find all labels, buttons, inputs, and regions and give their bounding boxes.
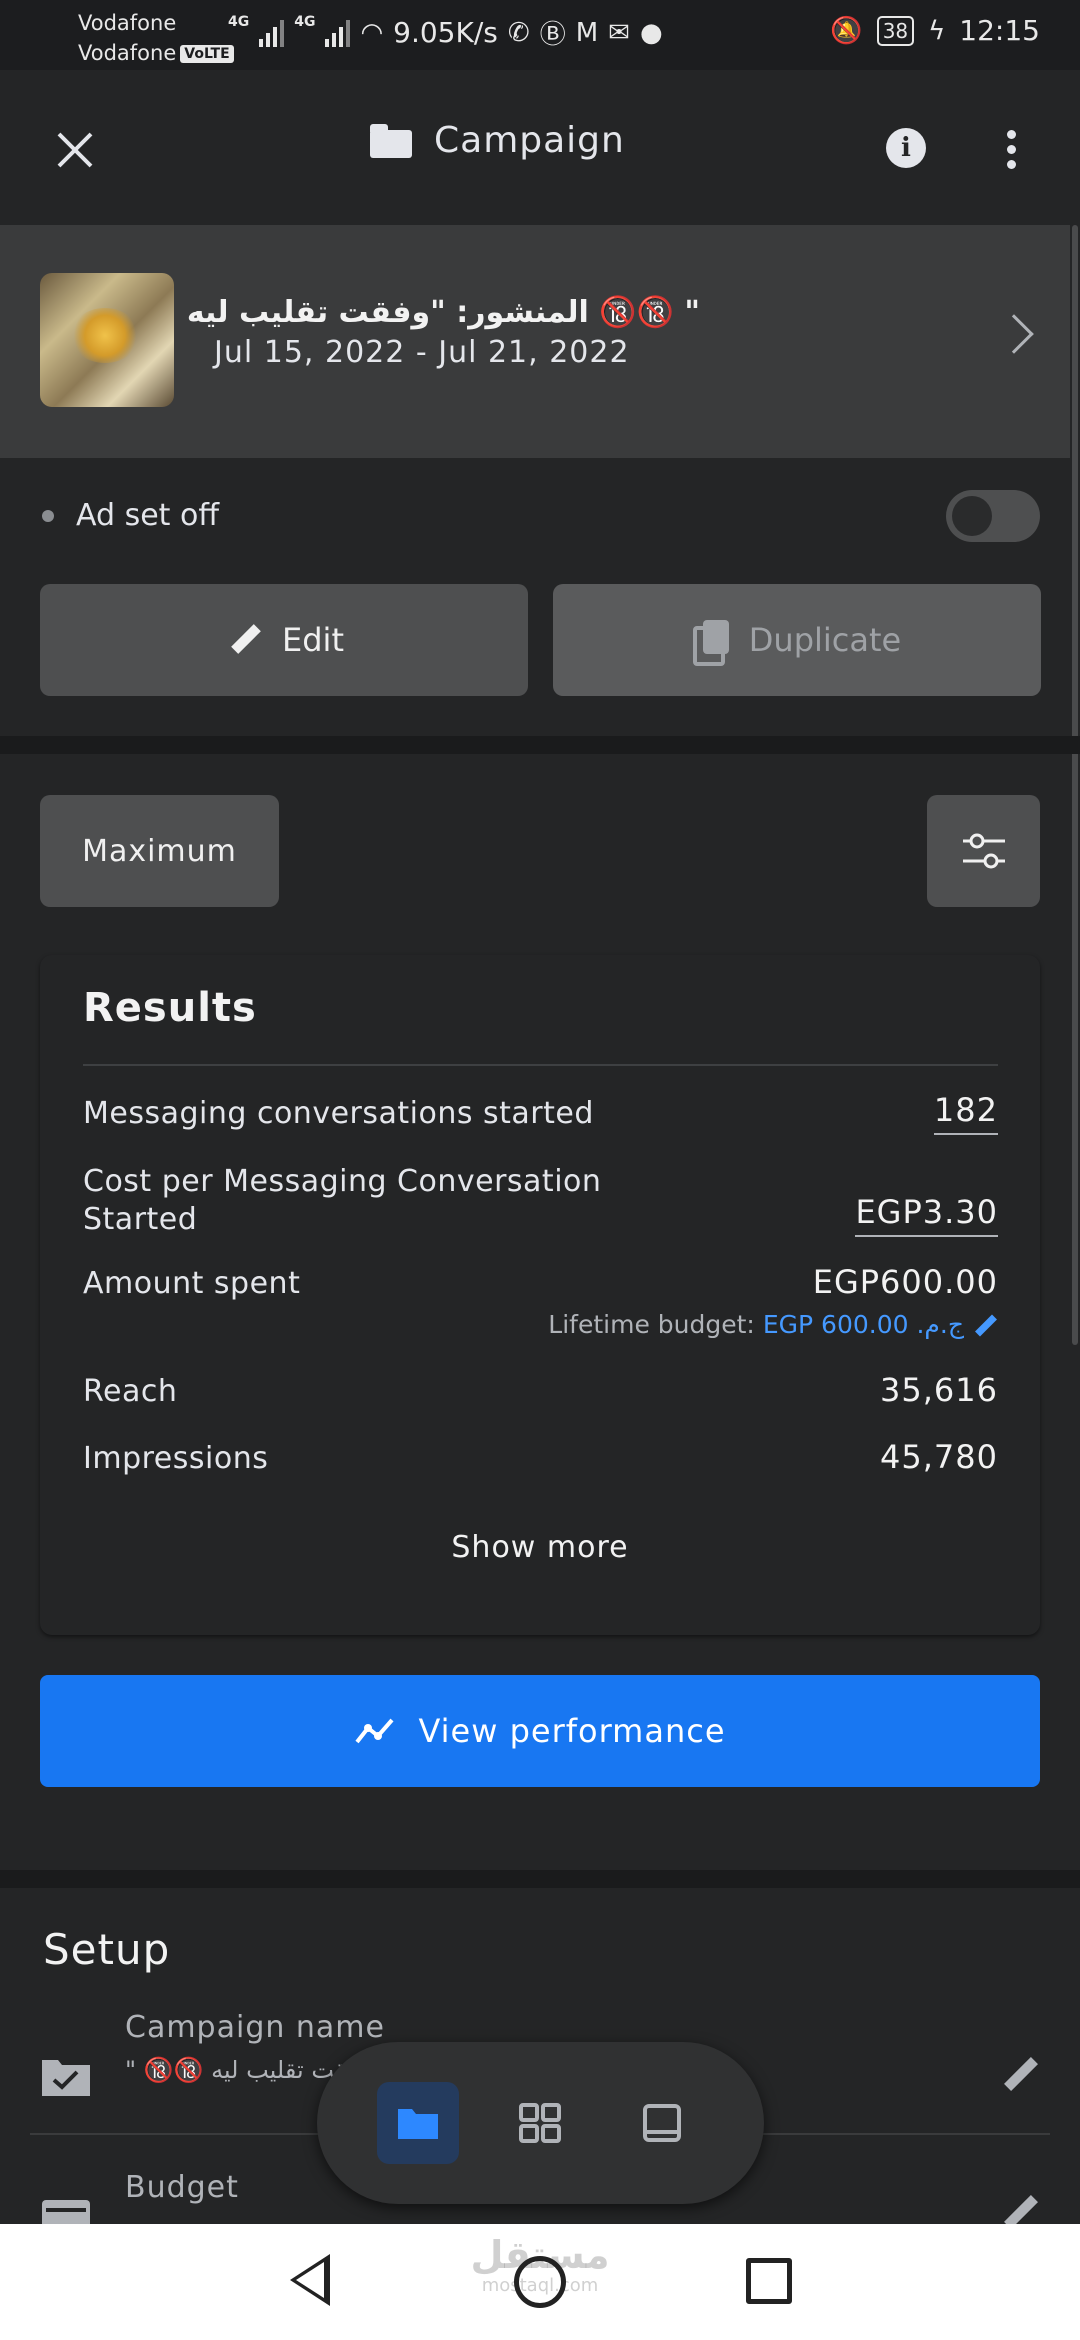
home-icon[interactable] xyxy=(514,2256,566,2308)
system-navigation-bar: مستقل mostaql.com xyxy=(0,2224,1080,2340)
signal-icon xyxy=(259,19,285,47)
mail-icon: ✉ xyxy=(608,17,630,48)
network-indicators: 4G 4G ◠ 9.05K/s ✆ Ⓑ M ✉ ● xyxy=(228,14,663,51)
edit-button[interactable]: Edit xyxy=(40,584,528,696)
filter-settings-button[interactable] xyxy=(927,795,1040,907)
chevron-right-icon xyxy=(994,314,1034,354)
adset-status-label: Ad set off xyxy=(76,498,219,533)
metric-label: Reach xyxy=(83,1374,178,1409)
page-title-group: Campaign xyxy=(370,120,625,161)
net-speed: 9.05K/s xyxy=(393,16,498,49)
recents-icon[interactable] xyxy=(746,2258,792,2304)
setup-title: Setup xyxy=(43,1925,171,1974)
budget-icon xyxy=(42,2200,90,2224)
clock: 12:15 xyxy=(959,14,1040,47)
duplicate-icon xyxy=(692,620,731,666)
metric-label: Impressions xyxy=(83,1441,269,1476)
carrier-2: Vodafone xyxy=(78,41,177,65)
metric-label: Messaging conversations started xyxy=(83,1096,594,1131)
maximum-range-button[interactable]: Maximum xyxy=(40,795,279,907)
metric-value[interactable]: EGP3.30 xyxy=(855,1193,998,1237)
campaign-name-label: Campaign name xyxy=(125,2010,385,2045)
back-icon[interactable] xyxy=(290,2254,330,2306)
edit-budget-icon[interactable] xyxy=(972,1312,998,1338)
metric-value: 35,616 xyxy=(880,1371,998,1409)
budget-prefix: Lifetime budget: xyxy=(548,1310,755,1339)
nav-ads[interactable] xyxy=(621,2082,703,2164)
ad-date-range: Jul 15, 2022 - Jul 21, 2022 xyxy=(214,335,630,370)
edit-button-label: Edit xyxy=(282,621,344,659)
signal-icon xyxy=(325,19,351,47)
duplicate-button-label: Duplicate xyxy=(748,621,902,659)
ad-summary-card[interactable]: المنشور: "وفقت تقليب ليه 🔞🔞 " Jul 15, 20… xyxy=(0,225,1070,458)
metric-label: Amount spent xyxy=(83,1266,301,1301)
folder-check-icon xyxy=(42,2060,90,2096)
results-title: Results xyxy=(83,985,257,1031)
results-card: Results Messaging conversations started … xyxy=(40,955,1040,1635)
divider xyxy=(83,1064,998,1066)
section-divider xyxy=(0,1870,1080,1888)
folder-icon xyxy=(398,2109,438,2139)
ad-title: المنشور: "وفقت تقليب ليه 🔞🔞 " xyxy=(186,295,700,330)
ad-preview-icon xyxy=(643,2104,681,2142)
network-type-1: 4G xyxy=(228,14,250,30)
edit-pencil-icon[interactable] xyxy=(1000,2054,1040,2094)
volte-badge: VoLTE xyxy=(180,45,234,63)
chat-icon: ● xyxy=(639,17,663,48)
adset-toggle[interactable] xyxy=(946,490,1040,542)
more-options-icon[interactable] xyxy=(996,126,1026,170)
call-icon: ✆ xyxy=(507,17,530,48)
status-bar: Vodafone Vodafone VoLTE 4G 4G ◠ 9.05K/s ✆… xyxy=(0,0,1080,70)
grid-icon xyxy=(519,2103,561,2143)
gmail-icon: M xyxy=(575,17,599,48)
maximum-label: Maximum xyxy=(82,833,237,869)
metric-label: Cost per Messaging Conversation Started xyxy=(83,1164,602,1237)
pencil-icon xyxy=(224,620,264,660)
budget-value: EGP ج.م. 600.00 xyxy=(762,1310,964,1339)
carrier-info: Vodafone Vodafone VoLTE xyxy=(78,8,234,68)
battery-icon: 38 xyxy=(876,15,915,46)
nav-campaigns[interactable] xyxy=(377,2082,459,2164)
info-icon[interactable]: i xyxy=(886,128,926,168)
budget-label: Budget xyxy=(125,2170,239,2205)
status-dot-icon xyxy=(42,510,54,522)
carrier-1: Vodafone xyxy=(78,11,177,35)
nav-ad-sets[interactable] xyxy=(499,2082,581,2164)
show-more-button[interactable]: Show more xyxy=(40,1530,1040,1565)
app-bar: Campaign i xyxy=(0,70,1080,225)
metric-value[interactable]: 182 xyxy=(933,1091,998,1135)
close-icon[interactable] xyxy=(50,125,100,175)
floating-bottom-nav xyxy=(317,2042,764,2204)
lifetime-budget[interactable]: Lifetime budget: EGP ج.م. 600.00 xyxy=(548,1310,998,1339)
adset-status-row: Ad set off xyxy=(0,458,1080,578)
section-divider xyxy=(0,736,1080,754)
scrollbar[interactable] xyxy=(1072,225,1078,1345)
folder-icon xyxy=(370,123,412,158)
wifi-icon: ◠ xyxy=(360,17,384,48)
b-app-icon: Ⓑ xyxy=(539,20,566,50)
metric-value: 45,780 xyxy=(880,1438,998,1476)
ad-thumbnail xyxy=(40,273,174,407)
view-performance-button[interactable]: View performance xyxy=(40,1675,1040,1787)
sliders-icon xyxy=(963,833,1005,869)
metric-value: EGP600.00 xyxy=(812,1263,998,1301)
edit-pencil-icon[interactable] xyxy=(1000,2192,1040,2224)
page-title: Campaign xyxy=(434,120,625,161)
trend-chart-icon xyxy=(355,1718,394,1744)
view-performance-label: View performance xyxy=(418,1712,726,1750)
duplicate-button[interactable]: Duplicate xyxy=(553,584,1041,696)
mute-bell-icon: 🔕 xyxy=(830,15,863,46)
system-indicators: 🔕 38 ϟ 12:15 xyxy=(830,14,1040,47)
network-type-2: 4G xyxy=(294,14,316,30)
charging-icon: ϟ xyxy=(928,15,946,46)
